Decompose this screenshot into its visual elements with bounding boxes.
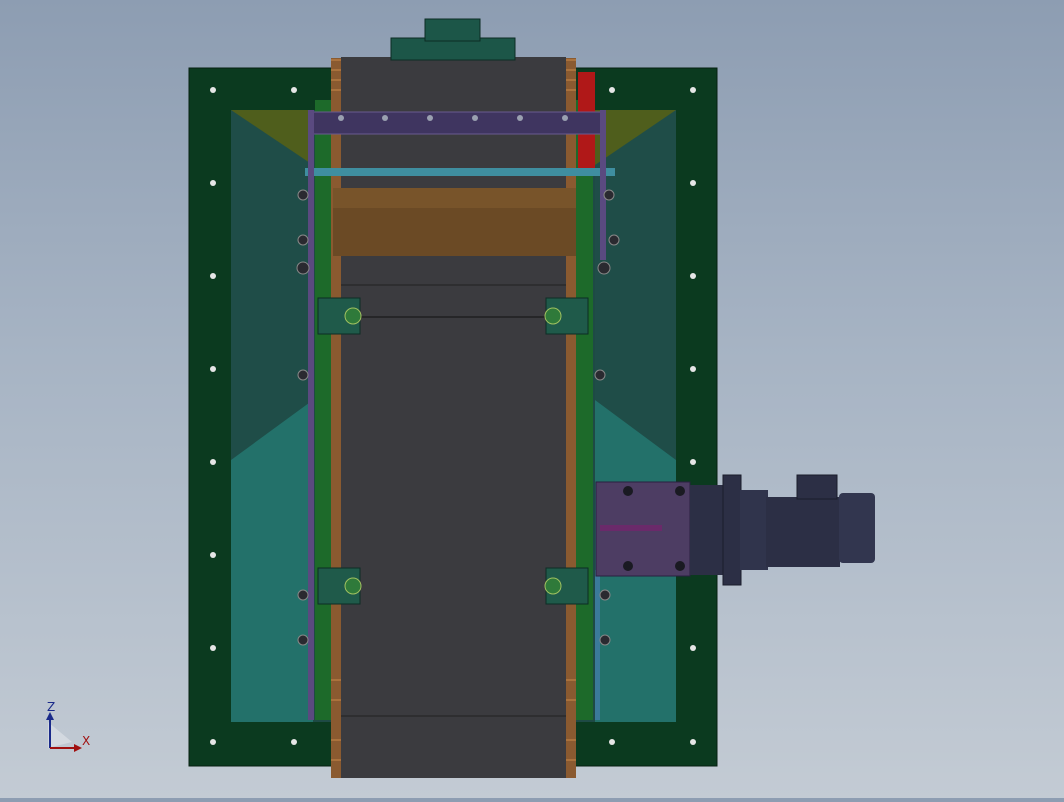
hopper-left-upper xyxy=(231,110,313,460)
triad-z-label: Z xyxy=(47,700,56,714)
right-chain xyxy=(566,58,576,778)
drive-motor xyxy=(690,474,875,586)
axis-triad xyxy=(46,712,82,752)
top-crossbeam xyxy=(309,111,606,135)
bearing-block-bottom-left xyxy=(317,567,362,605)
triad-x-label: X xyxy=(82,734,91,748)
gearbox xyxy=(595,481,691,577)
cross-rod xyxy=(305,168,615,176)
left-chain xyxy=(331,58,341,778)
top-housing-cap xyxy=(424,18,481,42)
bearing-block-top-right xyxy=(544,297,589,335)
cad-viewport[interactable]: Z X xyxy=(0,0,1064,798)
conveyor-model[interactable] xyxy=(0,0,1064,798)
hopper-right-upper xyxy=(595,110,676,460)
conveyor-belt xyxy=(341,57,566,778)
bearing-block-bottom-right xyxy=(544,567,589,605)
bearing-block-top-left xyxy=(317,297,362,335)
